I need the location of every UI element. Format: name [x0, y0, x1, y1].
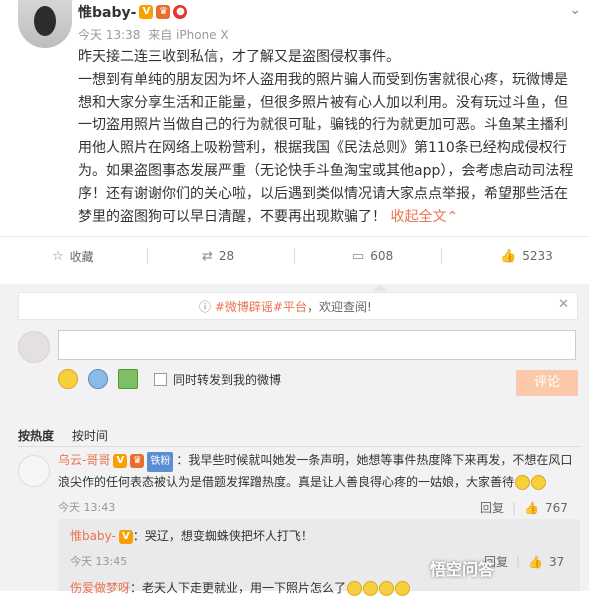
verified-v-icon: V — [113, 453, 128, 468]
reply-actions: 回复 | 👍 37 — [484, 554, 565, 570]
repost-button[interactable]: ⇄ 28 — [202, 242, 234, 270]
post-source: 来自 iPhone X — [148, 28, 229, 42]
reply-time: 今天 13:45 — [70, 555, 128, 568]
chevron-down-icon[interactable]: ⌄ — [569, 2, 581, 18]
author-name[interactable]: 惟baby- — [78, 2, 136, 22]
info-icon: ⓘ — [199, 300, 212, 314]
repost-checkbox[interactable] — [154, 372, 167, 386]
star-icon: ☆ — [52, 248, 64, 264]
reply-list: 惟baby- V ：哭辽，想变蜘蛛侠把坏人打飞！ 今天 13:45 回复 | 👍 3… — [58, 519, 580, 596]
thumbs-up-icon: 👍 — [500, 248, 517, 264]
sort-by-hot-tab[interactable]: 按热度 — [18, 429, 54, 443]
reply-item: 伤爱做梦呀：老天人下走更就业，用一下照片怎么了 — [70, 579, 411, 596]
avatar[interactable] — [18, 455, 50, 487]
compose-toolbar: 同时转发到我的微博 — [58, 368, 281, 390]
verified-v-icon: V — [139, 5, 154, 19]
reply-button[interactable]: 回复 — [480, 499, 504, 516]
reply-user[interactable]: 惟baby- — [70, 529, 116, 543]
divider — [18, 446, 581, 447]
comment-time: 今天 13:43 — [58, 501, 116, 514]
post-actions: ☆ 收藏 ⇄ 28 ▭ 608 👍 5233 — [0, 242, 589, 270]
reply-item: 惟baby- V ：哭辽，想变蜘蛛侠把坏人打飞！ — [70, 527, 313, 544]
post-body: 昨天接二连三收到私信，才了解又是盗图侵权事件。 一想到有单纯的朋友因为坏人盗用我… — [78, 46, 575, 228]
member-crown-icon: ♛ — [130, 453, 145, 468]
rumor-platform-link[interactable]: #微博辟谣#平台 — [215, 300, 307, 314]
repost-icon: ⇄ — [202, 248, 213, 264]
comment-button[interactable]: ▭ 608 — [352, 242, 393, 270]
watermark: 悟空问答 — [430, 560, 495, 579]
submit-comment-button[interactable]: 评论 — [516, 370, 578, 396]
favorite-button[interactable]: ☆ 收藏 — [52, 242, 94, 270]
current-user-avatar — [18, 331, 50, 363]
reply-text: ：哭辽，想变蜘蛛侠把坏人打飞！ — [132, 529, 313, 543]
fan-badge: 铁粉 — [147, 452, 174, 472]
weibo-level-icon: ● — [173, 5, 188, 19]
collapse-link[interactable]: 收起全文 — [390, 209, 446, 225]
comment-sort: 按热度 按时间 — [18, 427, 122, 444]
emoji-icon — [515, 475, 531, 490]
emoji-icon[interactable] — [58, 369, 78, 389]
emoji-icon — [531, 475, 547, 490]
emoji-icon — [363, 581, 379, 596]
author-avatar[interactable] — [18, 0, 72, 48]
like-button[interactable]: 👍 5233 — [500, 242, 553, 270]
post-time[interactable]: 今天 13:38 — [78, 28, 140, 42]
post-paragraph: 一想到有单纯的朋友因为坏人盗用我的照片骗人而受到伤害就很心疼，玩微博是想和大家分… — [78, 71, 574, 225]
collapse-arrow-icon[interactable]: ⌃ — [446, 209, 458, 225]
emoji-icon — [347, 581, 363, 596]
emoji-icon — [379, 581, 395, 596]
reply-user[interactable]: 伤爱做梦呀 — [70, 581, 130, 595]
post-author: 惟baby- V ♛ ● — [78, 2, 188, 22]
repost-checkbox-label: 同时转发到我的微博 — [173, 372, 282, 387]
image-icon[interactable] — [118, 369, 138, 389]
comment-input[interactable] — [58, 330, 576, 360]
reply-like-count: 37 — [549, 554, 565, 569]
thumbs-up-icon[interactable]: 👍 — [528, 555, 543, 569]
comment-actions: 回复 | 👍 767 — [480, 499, 568, 516]
post-meta: 今天 13:38 来自 iPhone X — [78, 26, 229, 43]
rumor-notice: ⓘ #微博辟谣#平台，欢迎查阅! ✕ — [18, 292, 578, 320]
member-crown-icon: ♛ — [156, 5, 171, 19]
active-tab-indicator — [373, 284, 387, 291]
divider — [0, 236, 589, 237]
comment-item: 乌云-哥哥 V ♛ 铁粉 ：我早些时候就叫她发一条声明，她想等事件热度降下来再发，不想在… — [58, 450, 580, 492]
thumbs-up-icon[interactable]: 👍 — [524, 501, 539, 515]
post-paragraph: 昨天接二连三收到私信，才了解又是盗图侵权事件。 — [78, 49, 400, 65]
comment-icon: ▭ — [352, 248, 365, 264]
reply-text: ：老天人下走更就业，用一下照片怎么了 — [130, 581, 347, 595]
gif-icon[interactable] — [88, 369, 108, 389]
comment-user[interactable]: 乌云-哥哥 — [58, 453, 110, 467]
comment-like-count: 767 — [545, 500, 568, 515]
sort-by-time-tab[interactable]: 按时间 — [72, 429, 108, 443]
close-icon[interactable]: ✕ — [558, 297, 569, 312]
emoji-icon — [395, 581, 411, 596]
verified-v-icon: V — [118, 529, 133, 544]
